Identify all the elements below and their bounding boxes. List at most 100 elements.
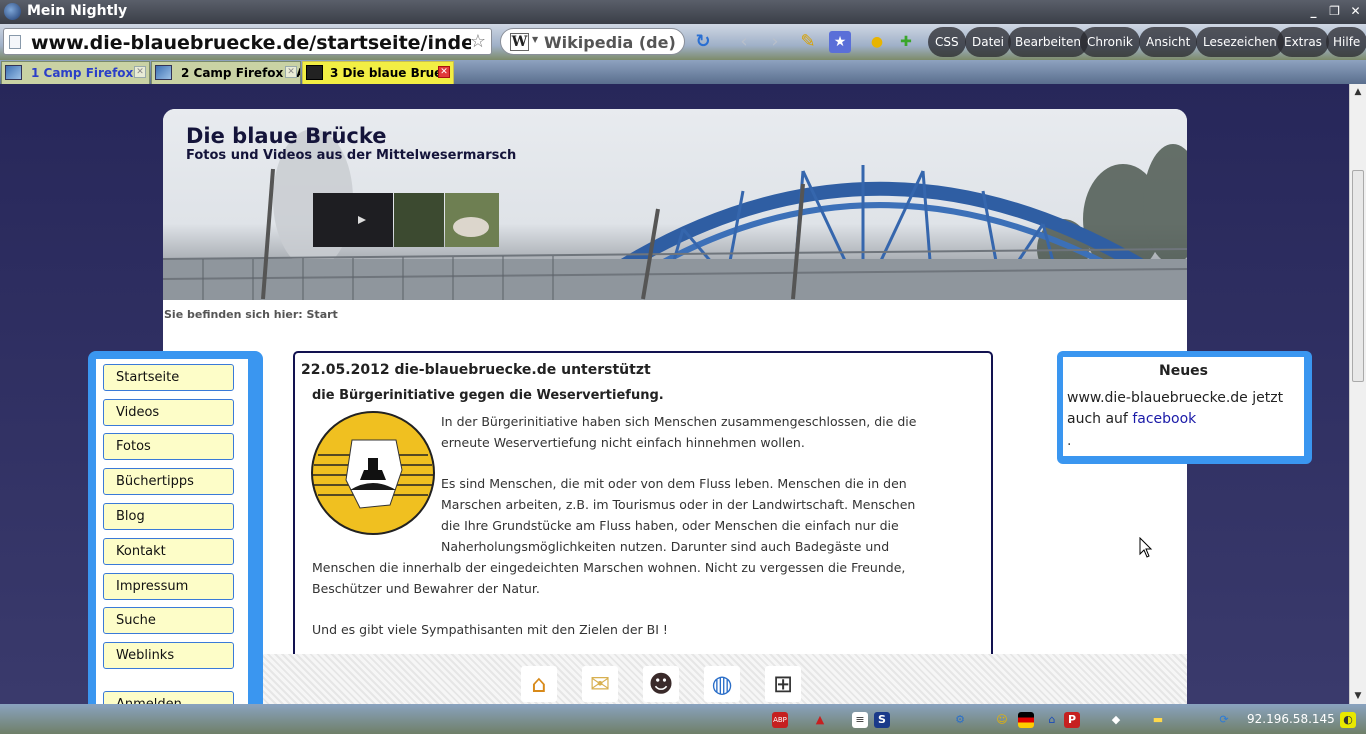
breadcrumb: Sie befinden sich hier: Start: [164, 308, 338, 321]
window-title: Mein Nightly: [27, 3, 128, 19]
title-bar: Mein Nightly _ ❐ ✕: [0, 0, 1366, 24]
search-engine-dropdown-icon[interactable]: ▼: [532, 35, 538, 44]
search-engine-label: Wikipedia (de): [544, 33, 676, 52]
browser-window: Mein Nightly _ ❐ ✕ www.die-blauebruecke.…: [0, 0, 1366, 734]
alert-icon[interactable]: ▲: [812, 712, 828, 728]
globe-icon[interactable]: ◍: [704, 666, 740, 702]
tab-close-icon[interactable]: ✕: [438, 66, 450, 78]
tab-close-icon[interactable]: ✕: [285, 66, 297, 78]
tab-label: 3 Die blaue Bruec: [330, 66, 450, 80]
addon-icon[interactable]: ●: [866, 31, 888, 53]
page-info-icon[interactable]: ≡: [852, 712, 868, 728]
sidebar-menu: Startseite Videos Fotos Büchertipps Blog…: [96, 359, 248, 699]
p-addon-icon[interactable]: P: [1064, 712, 1080, 728]
article: 22.05.2012 die-blauebruecke.de unterstüt…: [293, 351, 993, 704]
tab-label: 1 Camp Firefox: [31, 66, 134, 80]
navigation-toolbar: www.die-blauebruecke.de/startseite/index…: [0, 24, 1366, 60]
facebook-link[interactable]: facebook: [1132, 411, 1196, 427]
scroll-up-icon[interactable]: ▲: [1350, 84, 1366, 100]
login-button[interactable]: Anmelden: [103, 691, 234, 704]
news-trailing: .: [1067, 433, 1072, 449]
wikipedia-icon[interactable]: W: [510, 33, 529, 51]
tab-2[interactable]: 2 Camp Firefox · A ✕: [151, 61, 301, 84]
home-status-icon[interactable]: ⌂: [1044, 712, 1060, 728]
news-box-inner: Neues www.die-blauebruecke.de jetzt auch…: [1063, 357, 1304, 456]
url-text[interactable]: www.die-blauebruecke.de/startseite/index…: [31, 32, 471, 54]
sync-icon[interactable]: ⟳: [1216, 712, 1232, 728]
article-subhead: die Bürgerinitiative gegen die Weservert…: [312, 388, 664, 403]
menu-extras[interactable]: Extras: [1277, 27, 1329, 57]
edit-icon[interactable]: ✎: [797, 31, 819, 53]
sidebar-item-weblinks[interactable]: Weblinks: [103, 642, 234, 669]
tab-close-icon[interactable]: ✕: [134, 66, 146, 78]
site-banner: Die blaue Brücke Fotos und Videos aus de…: [163, 109, 1187, 300]
smiley-icon[interactable]: ☺: [994, 712, 1010, 728]
status-bar: ABP ▲ ≡ S ⚙ ☺ ⌂ P ◆ ▬ ⟳ 92.196.58.145 ◐: [0, 704, 1366, 734]
menu-lesezeichen[interactable]: Lesezeichen: [1196, 27, 1284, 57]
menu-bearbeiten[interactable]: Bearbeiten: [1008, 27, 1088, 57]
puzzle-icon[interactable]: ✚: [895, 31, 917, 53]
tab-favicon-icon: [155, 65, 172, 80]
site-subtitle: Fotos und Videos aus der Mittelwesermars…: [186, 148, 517, 163]
search-bar[interactable]: W ▼ Wikipedia (de): [500, 28, 685, 55]
sidebar-item-videos[interactable]: Videos: [103, 399, 234, 426]
adblock-icon[interactable]: ABP: [772, 712, 788, 728]
diamond-icon[interactable]: ◆: [1108, 712, 1124, 728]
maximize-button[interactable]: ❐: [1325, 3, 1344, 20]
sidebar-item-startseite[interactable]: Startseite: [103, 364, 234, 391]
scroll-down-icon[interactable]: ▼: [1350, 688, 1366, 704]
bookmarks-star-icon[interactable]: ★: [829, 31, 851, 53]
scroll-thumb[interactable]: [1352, 170, 1364, 382]
camera-icon: [306, 65, 323, 80]
vertical-scrollbar[interactable]: ▲ ▼: [1349, 84, 1366, 704]
news-box: Neues www.die-blauebruecke.de jetzt auch…: [1057, 351, 1312, 464]
nightly-app-icon: [4, 3, 21, 20]
footer-icon-bar: ⌂ ✉ ☻ ◍ ⊞: [263, 654, 1187, 704]
sidebar-item-buechertipps[interactable]: Büchertipps: [103, 468, 234, 495]
reload-icon[interactable]: ↻: [692, 31, 714, 53]
bookmark-star-icon[interactable]: ☆: [470, 31, 486, 52]
sidebar: Startseite Videos Fotos Büchertipps Blog…: [88, 351, 263, 704]
tab-favicon-icon: [5, 65, 22, 80]
person-icon[interactable]: ☻: [643, 666, 679, 702]
sidebar-login-box: Anmelden: [96, 687, 248, 704]
tab-3[interactable]: 3 Die blaue Bruec ✕: [302, 61, 454, 84]
back-icon[interactable]: ‹: [733, 31, 755, 53]
page-icon: [9, 35, 21, 49]
close-button[interactable]: ✕: [1346, 3, 1365, 20]
tab-1[interactable]: 1 Camp Firefox ✕: [1, 61, 150, 84]
mail-icon[interactable]: ✉: [582, 666, 618, 702]
menu-css[interactable]: CSS: [928, 27, 966, 57]
sidebar-item-impressum[interactable]: Impressum: [103, 573, 234, 600]
folder-icon[interactable]: ▬: [1150, 712, 1166, 728]
minimize-button[interactable]: _: [1304, 3, 1323, 20]
menu-ansicht[interactable]: Ansicht: [1139, 27, 1198, 57]
menu-hilfe[interactable]: Hilfe: [1326, 27, 1366, 57]
sidebar-item-suche[interactable]: Suche: [103, 607, 234, 634]
s-addon-icon[interactable]: S: [874, 712, 890, 728]
sitemap-icon[interactable]: ⊞: [765, 666, 801, 702]
article-paragraph-2: Es sind Menschen, die mit oder von dem F…: [312, 473, 937, 599]
home-icon[interactable]: ⌂: [521, 666, 557, 702]
forward-icon[interactable]: ›: [764, 31, 786, 53]
sidebar-item-blog[interactable]: Blog: [103, 503, 234, 530]
news-text: www.die-blauebruecke.de jetzt auch auf f…: [1067, 390, 1284, 427]
article-headline: 22.05.2012 die-blauebruecke.de unterstüt…: [301, 362, 651, 378]
tab-bar: 1 Camp Firefox ✕ 2 Camp Firefox · A ✕ 3 …: [0, 60, 1366, 84]
menu-chronik[interactable]: Chronik: [1080, 27, 1140, 57]
page-viewport: Die blaue Brücke Fotos und Videos aus de…: [0, 84, 1349, 704]
ip-address: 92.196.58.145: [1247, 712, 1335, 726]
news-title: Neues: [1158, 363, 1208, 379]
article-paragraph-1: In der Bürgerinitiative haben sich Mensc…: [441, 414, 917, 450]
url-bar[interactable]: www.die-blauebruecke.de/startseite/index…: [3, 28, 492, 55]
tools-icon[interactable]: ⚙: [952, 712, 968, 728]
mouse-cursor-icon: [1139, 537, 1153, 558]
article-paragraph-3: Und es gibt viele Sympathisanten mit den…: [312, 622, 668, 637]
site-title: Die blaue Brücke: [186, 124, 387, 148]
menu-datei[interactable]: Datei: [965, 27, 1012, 57]
sidebar-item-fotos[interactable]: Fotos: [103, 433, 234, 460]
logo-float-spacer: [312, 473, 441, 557]
german-flag-icon[interactable]: [1018, 712, 1034, 728]
sidebar-item-kontakt[interactable]: Kontakt: [103, 538, 234, 565]
notification-icon[interactable]: ◐: [1340, 712, 1356, 728]
